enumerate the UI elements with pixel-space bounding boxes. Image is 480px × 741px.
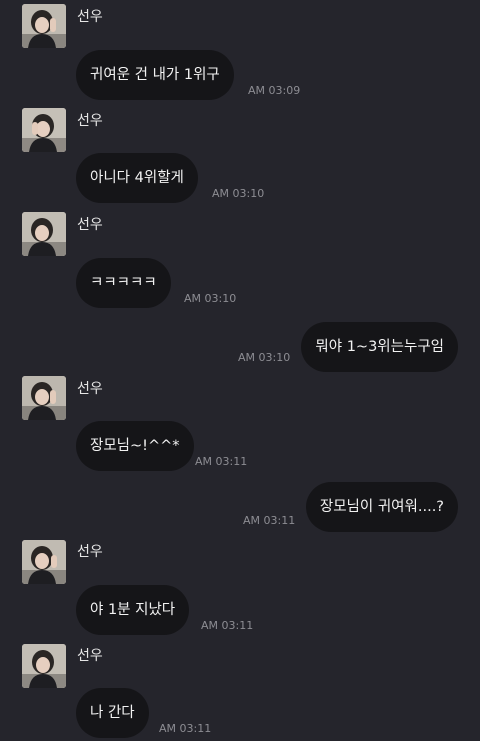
message-bubble[interactable]: 귀여운 건 내가 1위구	[76, 50, 234, 100]
profile-photo-icon	[22, 4, 66, 48]
sender-name: 선우	[77, 113, 103, 129]
avatar[interactable]	[22, 212, 66, 256]
message-time: AM 03:11	[159, 722, 212, 735]
sender-name: 선우	[77, 381, 103, 397]
sender-name: 선우	[77, 648, 103, 664]
message-time: AM 03:10	[184, 292, 237, 305]
sender-name: 선우	[77, 544, 103, 560]
message-time: AM 03:10	[212, 187, 265, 200]
message-bubble[interactable]: 야 1분 지났다	[76, 585, 190, 635]
avatar[interactable]	[22, 376, 66, 420]
message-time: AM 03:09	[248, 84, 301, 97]
sender-name: 선우	[77, 217, 103, 233]
profile-photo-icon	[22, 644, 66, 688]
profile-photo-icon	[22, 540, 66, 584]
avatar[interactable]	[22, 4, 66, 48]
message-bubble-sent[interactable]: 뭐야 1~3위는누구임	[301, 322, 458, 372]
message-time: AM 03:11	[195, 455, 248, 468]
chat-window: 선우 귀여운 건 내가 1위구 AM 03:09 선우 아니다 4위할게 AM …	[0, 0, 480, 741]
message-time: AM 03:10	[238, 351, 291, 364]
avatar[interactable]	[22, 644, 66, 688]
message-bubble[interactable]: 아니다 4위할게	[76, 153, 198, 203]
profile-photo-icon	[22, 212, 66, 256]
message-bubble[interactable]: ㅋㅋㅋㅋㅋ	[76, 258, 171, 308]
message-time: AM 03:11	[243, 514, 296, 527]
profile-photo-icon	[22, 376, 66, 420]
avatar[interactable]	[22, 540, 66, 584]
message-time: AM 03:11	[201, 619, 254, 632]
sender-name: 선우	[77, 9, 103, 25]
message-bubble[interactable]: 장모님~!^^*	[76, 421, 194, 471]
avatar[interactable]	[22, 108, 66, 152]
profile-photo-icon	[22, 108, 66, 152]
message-bubble[interactable]: 나 간다	[76, 688, 149, 738]
message-bubble-sent[interactable]: 장모님이 귀여워....?	[305, 482, 458, 532]
